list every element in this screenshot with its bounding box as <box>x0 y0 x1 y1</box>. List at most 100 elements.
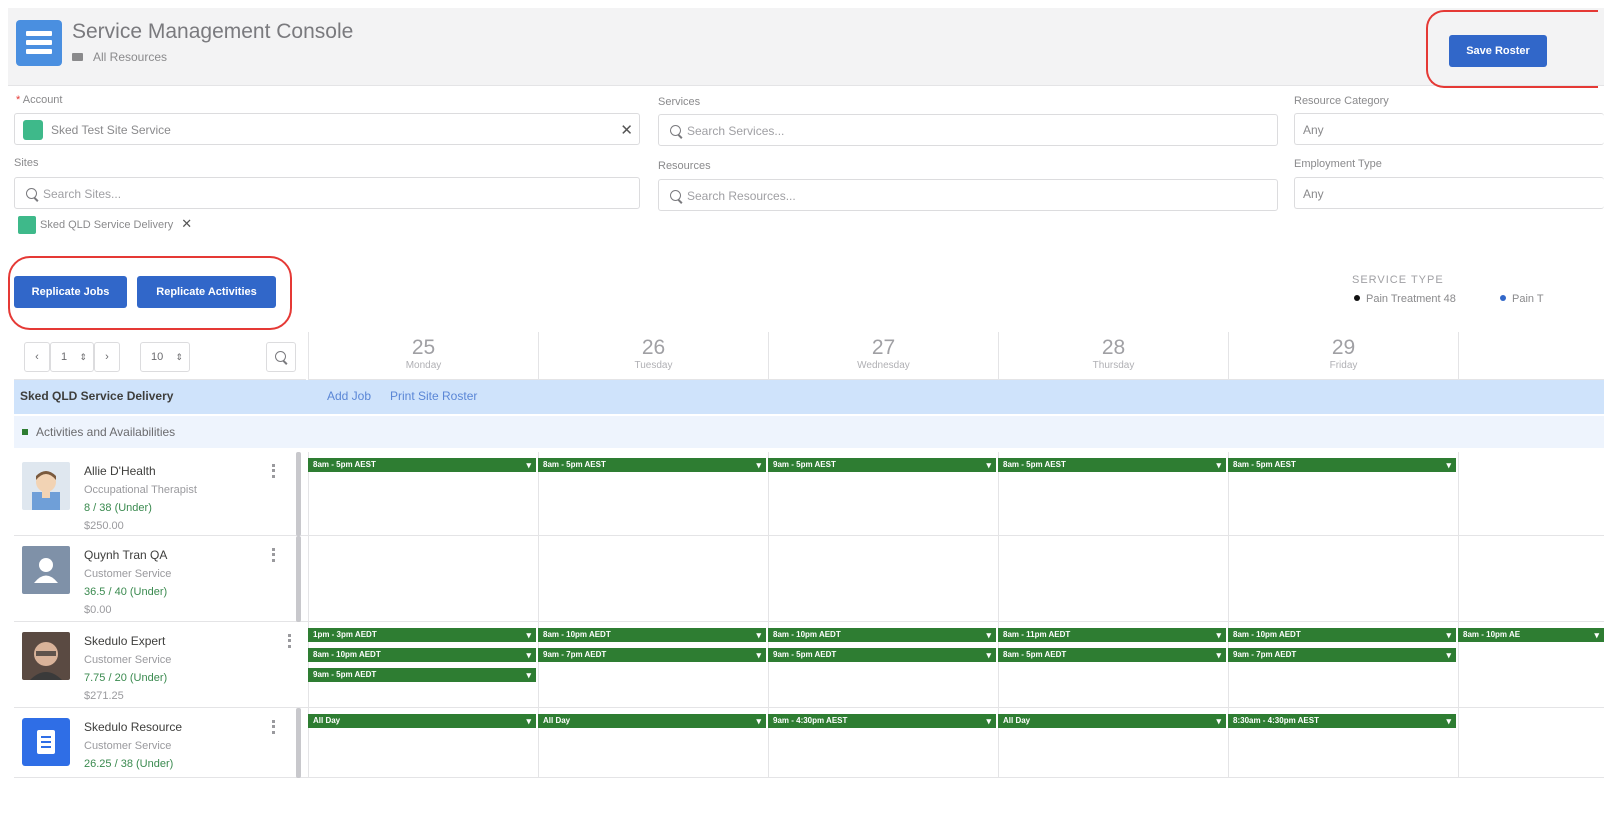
event-menu-icon[interactable]: ▾ <box>1216 714 1221 728</box>
grid-divider <box>998 536 999 622</box>
site-pill: Sked QLD Service Delivery ✕ <box>18 216 192 240</box>
more-options-icon[interactable] <box>272 548 275 562</box>
resource-amount: $0.00 <box>84 604 112 616</box>
event-menu-icon[interactable]: ▾ <box>986 458 991 472</box>
event-time: 9am - 4:30pm AEST <box>773 716 848 725</box>
resource-hours: 36.5 / 40 (Under) <box>84 586 168 598</box>
event-block[interactable]: 8am - 10pm AEDT ▾ <box>1228 628 1456 642</box>
event-block[interactable]: 9am - 4:30pm AEST ▾ <box>768 714 996 728</box>
event-block[interactable]: All Day ▾ <box>998 714 1226 728</box>
required-marker: * <box>16 94 23 106</box>
resource-name[interactable]: Quynh Tran QA <box>84 548 167 562</box>
resource-hours: 7.75 / 20 (Under) <box>84 672 168 684</box>
more-options-icon[interactable] <box>272 464 275 478</box>
resource-name[interactable]: Skedulo Resource <box>84 720 182 734</box>
avatar[interactable] <box>22 546 70 594</box>
event-menu-icon[interactable]: ▾ <box>756 714 761 728</box>
prev-page-button[interactable]: ‹ <box>24 342 50 372</box>
event-menu-icon[interactable]: ▾ <box>986 628 991 642</box>
event-block[interactable]: All Day ▾ <box>308 714 536 728</box>
sites-search-input[interactable]: Search Sites... <box>14 177 640 209</box>
event-menu-icon[interactable]: ▾ <box>1446 628 1451 642</box>
stepper-arrows-icon: ⇕ <box>175 352 183 362</box>
grid-divider <box>1458 536 1459 622</box>
event-menu-icon[interactable]: ▾ <box>526 714 531 728</box>
grid-divider <box>768 536 769 622</box>
remove-site-icon[interactable]: ✕ <box>181 216 192 231</box>
services-search-input[interactable]: Search Services... <box>658 114 1278 146</box>
account-value: Sked Test Site Service <box>51 123 171 137</box>
page-subtitle-text: All Resources <box>93 50 168 64</box>
event-menu-icon[interactable]: ▾ <box>526 628 531 642</box>
event-block[interactable]: 8am - 5pm AEST ▾ <box>538 458 766 472</box>
event-menu-icon[interactable]: ▾ <box>1446 648 1451 662</box>
event-time: 9am - 5pm AEST <box>773 460 836 469</box>
event-block[interactable]: 8am - 5pm AEST ▾ <box>998 458 1226 472</box>
next-page-button[interactable]: › <box>94 342 120 372</box>
resources-search-input[interactable]: Search Resources... <box>658 179 1278 211</box>
event-menu-icon[interactable]: ▾ <box>526 668 531 682</box>
resource-name[interactable]: Allie D'Health <box>84 464 156 478</box>
employment-type-select[interactable]: Any <box>1294 177 1604 209</box>
event-block[interactable]: 9am - 5pm AEST ▾ <box>768 458 996 472</box>
event-menu-icon[interactable]: ▾ <box>756 628 761 642</box>
event-menu-icon[interactable]: ▾ <box>526 648 531 662</box>
event-block[interactable]: 8am - 5pm AEDT ▾ <box>998 648 1226 662</box>
event-menu-icon[interactable]: ▾ <box>1216 458 1221 472</box>
more-options-icon[interactable] <box>288 634 291 648</box>
app-menu-icon[interactable] <box>16 20 62 66</box>
row-scrollbar[interactable] <box>296 452 301 536</box>
calendar-controls: ‹ 1 ⇕ › 10 ⇕ <box>14 332 306 380</box>
avatar[interactable] <box>22 462 70 510</box>
event-menu-icon[interactable]: ▾ <box>756 458 761 472</box>
replicate-activities-button[interactable]: Replicate Activities <box>137 276 276 308</box>
grid-divider <box>1458 708 1459 778</box>
event-block[interactable]: 9am - 5pm AEDT ▾ <box>308 668 536 682</box>
account-label-text: Account <box>22 94 63 106</box>
avatar[interactable] <box>22 632 70 680</box>
more-options-icon[interactable] <box>272 720 275 734</box>
event-block[interactable]: 8am - 5pm AEST ▾ <box>308 458 536 472</box>
add-job-link[interactable]: Add Job <box>327 389 371 403</box>
save-roster-button[interactable]: Save Roster <box>1449 35 1547 67</box>
event-time: 9am - 5pm AEDT <box>773 650 837 659</box>
weeks-stepper[interactable]: 10 ⇕ <box>140 342 190 372</box>
page-stepper[interactable]: 1 ⇕ <box>50 342 94 372</box>
event-block[interactable]: All Day ▾ <box>538 714 766 728</box>
account-field[interactable]: Sked Test Site Service ✕ <box>14 113 640 145</box>
event-menu-icon[interactable]: ▾ <box>986 714 991 728</box>
event-block[interactable]: 8:30am - 4:30pm AEST ▾ <box>1228 714 1456 728</box>
print-site-roster-link[interactable]: Print Site Roster <box>390 389 477 403</box>
resource-name[interactable]: Skedulo Expert <box>84 634 165 648</box>
event-menu-icon[interactable]: ▾ <box>1446 714 1451 728</box>
clear-account-icon[interactable]: ✕ <box>620 121 633 139</box>
event-menu-icon[interactable]: ▾ <box>1594 628 1599 642</box>
event-block[interactable]: 8am - 5pm AEST ▾ <box>1228 458 1456 472</box>
event-block[interactable]: 9am - 7pm AEDT ▾ <box>538 648 766 662</box>
row-scrollbar[interactable] <box>296 536 301 622</box>
event-block[interactable]: 8am - 10pm AEDT ▾ <box>768 628 996 642</box>
day-number: 29 <box>1331 336 1356 359</box>
event-block[interactable]: 9am - 7pm AEDT ▾ <box>1228 648 1456 662</box>
event-menu-icon[interactable]: ▾ <box>986 648 991 662</box>
day-header: 27 Wednesday <box>768 332 998 380</box>
event-block[interactable]: 8am - 10pm AEDT ▾ <box>538 628 766 642</box>
event-menu-icon[interactable]: ▾ <box>526 458 531 472</box>
event-menu-icon[interactable]: ▾ <box>1446 458 1451 472</box>
row-scrollbar[interactable] <box>296 708 301 778</box>
grid-divider <box>538 536 539 622</box>
replicate-jobs-button[interactable]: Replicate Jobs <box>14 276 127 308</box>
event-menu-icon[interactable]: ▾ <box>756 648 761 662</box>
event-block[interactable]: 8am - 10pm AEDT ▾ <box>308 648 536 662</box>
event-block[interactable]: 8am - 10pm AE ▾ <box>1458 628 1604 642</box>
event-block[interactable]: 1pm - 3pm AEDT ▾ <box>308 628 536 642</box>
avatar[interactable] <box>22 718 70 766</box>
event-block[interactable]: 9am - 5pm AEDT ▾ <box>768 648 996 662</box>
event-time: 8am - 5pm AEST <box>1003 460 1066 469</box>
search-calendar-button[interactable] <box>266 342 296 372</box>
event-menu-icon[interactable]: ▾ <box>1216 648 1221 662</box>
resource-role: Customer Service <box>84 654 172 666</box>
event-menu-icon[interactable]: ▾ <box>1216 628 1221 642</box>
resource-category-select[interactable]: Any <box>1294 113 1604 145</box>
event-block[interactable]: 8am - 11pm AEDT ▾ <box>998 628 1226 642</box>
